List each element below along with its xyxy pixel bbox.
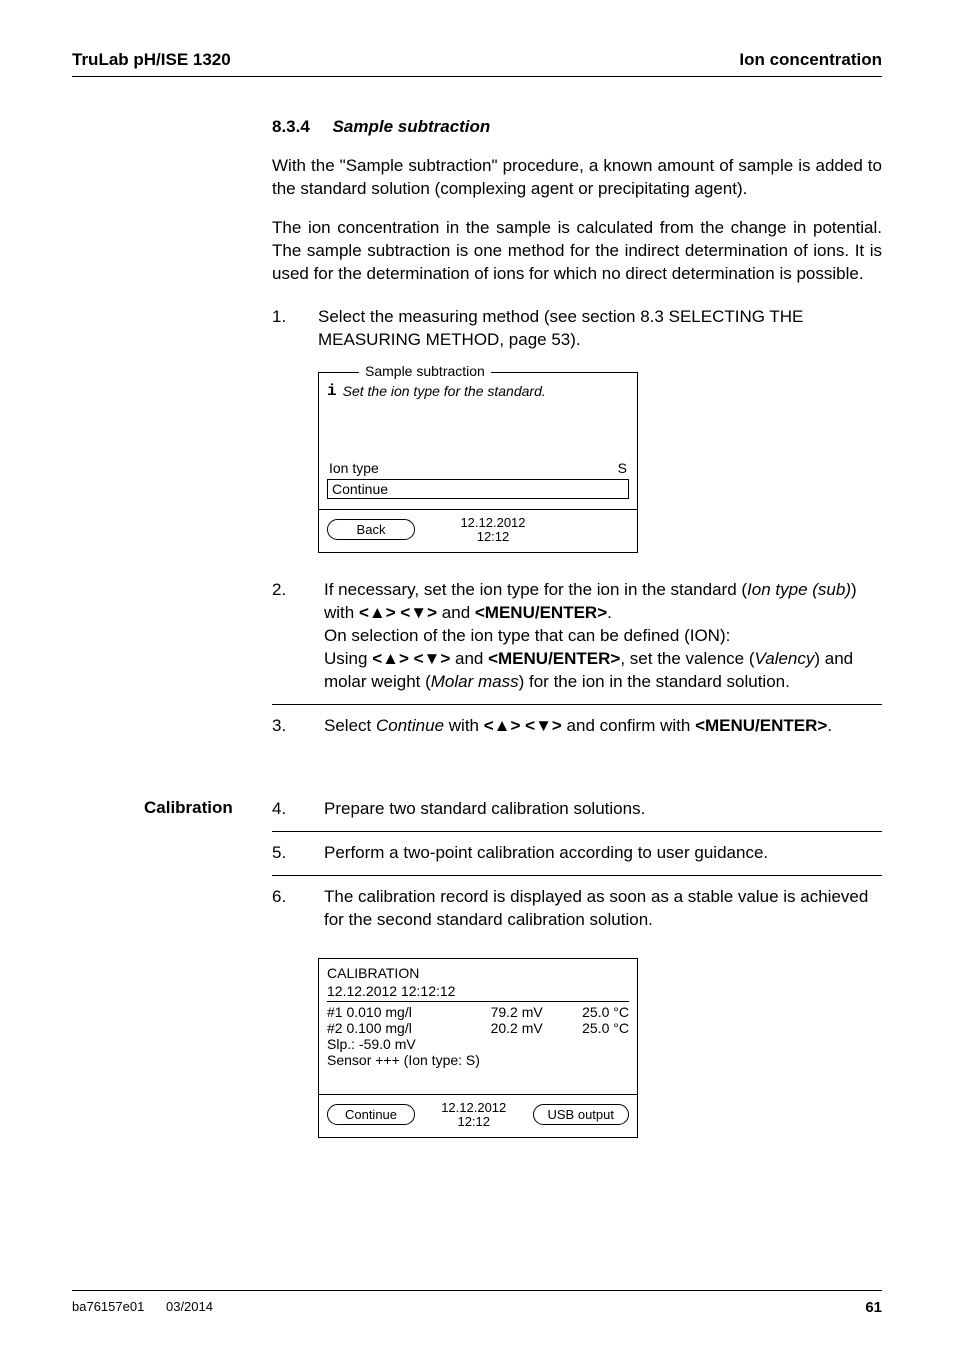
device-hint-text: Set the ion type for the standard. <box>343 383 546 399</box>
page-number: 61 <box>865 1299 882 1316</box>
footer-doc-id: ba76157e01 <box>72 1299 144 1314</box>
header-rule <box>72 76 882 77</box>
step-3-text: Select Continue with <▲> <▼> and confirm… <box>324 704 882 747</box>
s2l3b: , set the valence ( <box>620 649 754 668</box>
s3k2: <MENU/ENTER> <box>695 716 827 735</box>
steps-2-3: 2. If necessary, set the ion type for th… <box>272 569 882 748</box>
s2k2: <MENU/ENTER> <box>475 603 607 622</box>
s2dot1: . <box>607 603 612 622</box>
step-1-text-a: Select the measuring method (see section… <box>318 307 680 326</box>
page-footer: ba76157e01 03/2014 61 <box>72 1290 882 1316</box>
s3b: with <box>444 716 484 735</box>
softkey-usb-output[interactable]: USB output <box>533 1104 630 1125</box>
header-right: Ion concentration <box>739 50 882 70</box>
device-screen-calibration: CALIBRATION 12.12.2012 12:12:12 #1 0.010… <box>318 958 638 1139</box>
s2i1: Ion type (sub) <box>747 580 851 599</box>
device-row-ion-type: Ion type S <box>327 459 629 477</box>
device-time: 12:12 <box>427 530 559 544</box>
legend-tick <box>319 372 349 373</box>
device-timestamp: 12.12.2012 12:12 <box>427 516 559 545</box>
s2i2: Valency <box>755 649 815 668</box>
s3c: and confirm with <box>562 716 695 735</box>
c2m: 20.2 mV <box>456 1020 542 1036</box>
device2-date: 12.12.2012 <box>427 1101 521 1115</box>
calib-row-1: #1 0.010 mg/l 79.2 mV 25.0 °C <box>327 1004 629 1020</box>
calib-slope: Slp.: -59.0 mV <box>327 1036 629 1052</box>
s2l2: On selection of the ion type that can be… <box>324 626 730 645</box>
c1l: #1 0.010 mg/l <box>327 1004 456 1020</box>
c1r: 25.0 °C <box>543 1004 629 1020</box>
calibration-steps: 4. Prepare two standard calibration solu… <box>272 788 882 942</box>
device-screen-sample-subtraction: Sample subtraction i Set the ion type fo… <box>318 372 638 554</box>
step-2-num: 2. <box>272 569 324 704</box>
paragraph-1: With the "Sample subtraction" procedure,… <box>272 155 882 201</box>
calib-timestamp-header: 12.12.2012 12:12:12 <box>327 983 629 1002</box>
device2-time: 12:12 <box>427 1115 521 1129</box>
s2i3: Molar mass <box>431 672 519 691</box>
step-4-num: 4. <box>272 788 324 831</box>
softkey-continue[interactable]: Continue <box>327 1104 415 1125</box>
step-6-num: 6. <box>272 875 324 941</box>
ion-type-value: S <box>618 460 627 476</box>
section-number: 8.3.4 <box>272 117 310 136</box>
section-heading: 8.3.4 Sample subtraction <box>272 117 882 137</box>
footer-date: 03/2014 <box>166 1299 213 1314</box>
step-1-num: 1. <box>272 302 318 356</box>
s2and1: and <box>437 603 475 622</box>
s3a: Select <box>324 716 376 735</box>
calibration-label: Calibration <box>144 798 233 818</box>
s2k3: <▲> <▼> <box>372 649 450 668</box>
s3dot: . <box>827 716 832 735</box>
s2l3a: Using <box>324 649 372 668</box>
s2and2: and <box>450 649 488 668</box>
step-6-text: The calibration record is displayed as s… <box>324 875 882 941</box>
ion-type-label: Ion type <box>329 460 379 476</box>
header-left: TruLab pH/ISE 1320 <box>72 50 231 70</box>
s2k1: <▲> <▼> <box>359 603 437 622</box>
s3i: Continue <box>376 716 444 735</box>
c1m: 79.2 mV <box>456 1004 542 1020</box>
device2-timestamp: 12.12.2012 12:12 <box>427 1101 521 1130</box>
step-1-text-b: , page 53). <box>499 330 580 349</box>
step-2-text: If necessary, set the ion type for the i… <box>324 569 882 704</box>
section-title: Sample subtraction <box>333 117 491 136</box>
info-icon: i <box>327 383 337 399</box>
s3k1: <▲> <▼> <box>484 716 562 735</box>
step-4-text: Prepare two standard calibration solutio… <box>324 788 882 831</box>
device-legend: Sample subtraction <box>359 363 491 379</box>
step-3-num: 3. <box>272 704 324 747</box>
device-selected-continue[interactable]: Continue <box>327 479 629 499</box>
step-1-text: Select the measuring method (see section… <box>318 302 882 356</box>
device-date: 12.12.2012 <box>427 516 559 530</box>
s2k4: <MENU/ENTER> <box>488 649 620 668</box>
calib-sensor: Sensor +++ (Ion type: S) <box>327 1052 629 1068</box>
paragraph-2: The ion concentration in the sample is c… <box>272 217 882 286</box>
calib-legend: CALIBRATION <box>327 965 629 981</box>
device-hint: i Set the ion type for the standard. <box>327 383 629 399</box>
step-5-text: Perform a two-point calibration accordin… <box>324 831 882 875</box>
c2l: #2 0.100 mg/l <box>327 1020 456 1036</box>
s2l3d: ) for the ion in the standard solution. <box>519 672 790 691</box>
step-1: 1. Select the measuring method (see sect… <box>272 302 882 356</box>
softkey-back[interactable]: Back <box>327 519 415 540</box>
step-5-num: 5. <box>272 831 324 875</box>
calib-row-2: #2 0.100 mg/l 20.2 mV 25.0 °C <box>327 1020 629 1036</box>
s2a: If necessary, set the ion type for the i… <box>324 580 747 599</box>
c2r: 25.0 °C <box>543 1020 629 1036</box>
